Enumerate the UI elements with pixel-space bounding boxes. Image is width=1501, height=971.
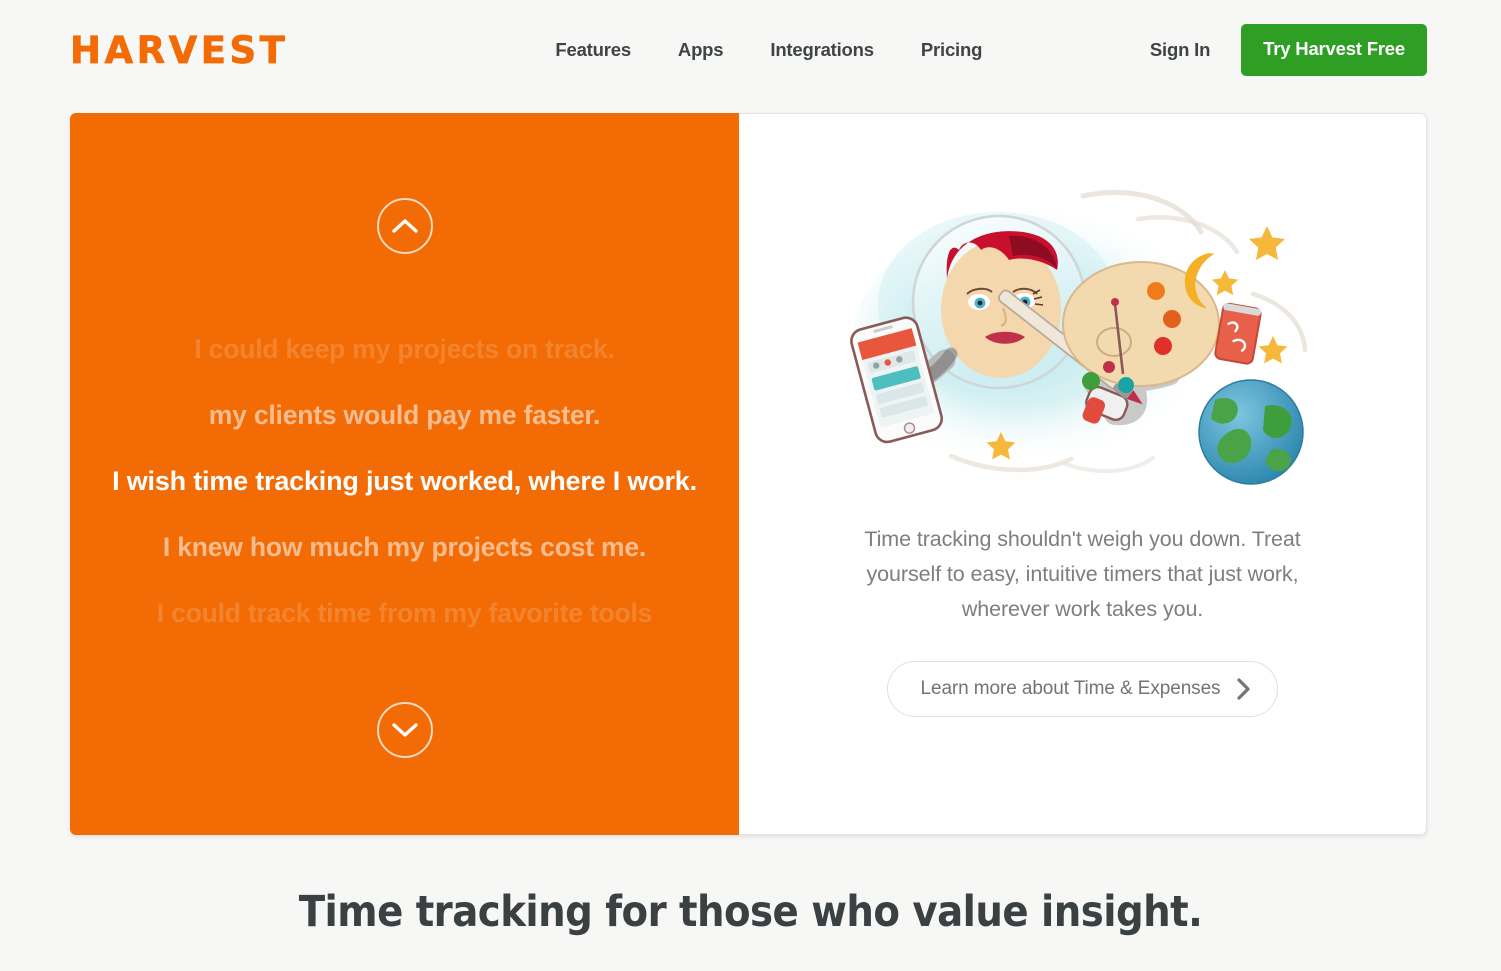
astronaut-artist-illustration: [833, 174, 1333, 514]
nav-item-pricing[interactable]: Pricing: [921, 39, 983, 61]
nav-item-features[interactable]: Features: [555, 39, 631, 61]
nav-item-apps[interactable]: Apps: [678, 39, 724, 61]
carousel-line-1[interactable]: I could keep my projects on track.: [90, 316, 719, 382]
chevron-up-icon: [391, 219, 418, 233]
hero-section: I could keep my projects on track. my cl…: [70, 113, 1427, 835]
header-actions: Sign In Try Harvest Free: [1150, 24, 1427, 76]
learn-more-time-expenses-button[interactable]: Learn more about Time & Expenses: [886, 661, 1279, 717]
main-navigation: Features Apps Integrations Pricing: [555, 39, 982, 61]
site-header: HARVEST Features Apps Integrations Prici…: [0, 0, 1501, 100]
carousel-previous-button[interactable]: [376, 198, 433, 254]
nav-item-integrations[interactable]: Integrations: [770, 39, 874, 61]
carousel-line-5[interactable]: I could track time from my favorite tool…: [90, 580, 719, 646]
carousel-lines: I could keep my projects on track. my cl…: [70, 316, 739, 646]
try-harvest-free-button[interactable]: Try Harvest Free: [1241, 24, 1427, 76]
carousel-line-active: I wish time tracking just worked, where …: [112, 465, 697, 496]
carousel-line-2[interactable]: my clients would pay me faster.: [90, 382, 719, 448]
section-headline: Time tracking for those who value insigh…: [298, 887, 1203, 937]
learn-more-label: Learn more about Time & Expenses: [920, 678, 1221, 699]
hero-carousel-panel: I could keep my projects on track. my cl…: [70, 113, 739, 835]
chevron-right-icon: [1237, 678, 1251, 700]
hero-detail-panel: Time tracking shouldn't weigh you down. …: [739, 113, 1427, 835]
sign-in-link[interactable]: Sign In: [1150, 39, 1210, 61]
hero-description: Time tracking shouldn't weigh you down. …: [864, 527, 1301, 621]
carousel-next-button[interactable]: [376, 702, 433, 758]
carousel-line-4[interactable]: I knew how much my projects cost me.: [90, 514, 719, 580]
chevron-down-icon: [391, 723, 418, 737]
harvest-logo[interactable]: HARVEST: [70, 31, 288, 69]
